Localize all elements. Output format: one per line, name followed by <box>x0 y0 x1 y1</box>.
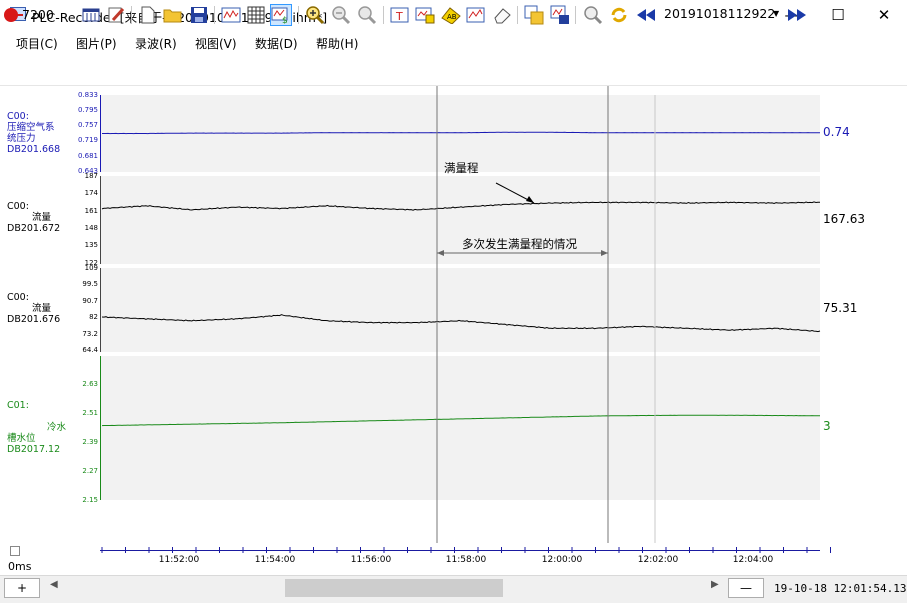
scroll-right-icon[interactable]: ▶ <box>711 579 719 590</box>
time-label: 11:56:00 <box>350 555 392 565</box>
add-button[interactable]: + <box>4 578 40 598</box>
value-pressure: 0.74 <box>823 125 850 139</box>
status-timestamp: 19-10-18 12:01:54.131 <box>774 582 907 595</box>
value-water-level: 3 <box>823 419 831 433</box>
annotation-full-range: 满量程 <box>444 161 479 175</box>
plot-area[interactable] <box>0 0 907 603</box>
value-flow-2: 75.31 <box>823 301 858 315</box>
series-flow-1 <box>101 201 820 211</box>
series-flow-2 <box>101 314 821 333</box>
time-label: 11:52:00 <box>158 555 200 565</box>
series-layer <box>101 131 821 427</box>
time-label: 12:04:00 <box>732 555 774 565</box>
scroll-left-icon[interactable]: ◀ <box>50 579 58 590</box>
ms-checkbox[interactable] <box>10 546 20 556</box>
remove-button[interactable]: — <box>728 578 764 598</box>
series-water-level <box>101 414 820 427</box>
series-pressure <box>102 131 820 135</box>
time-axis[interactable] <box>100 550 820 551</box>
time-label: 11:54:00 <box>254 555 296 565</box>
annotation-repeated: 多次发生满量程的情况 <box>462 237 577 251</box>
range-arrowhead-left <box>437 250 444 256</box>
time-label: 12:00:00 <box>541 555 583 565</box>
annotation-arrowhead <box>526 196 534 203</box>
ms-label: 0ms <box>8 560 32 573</box>
time-label: 12:02:00 <box>637 555 679 565</box>
time-label: 11:58:00 <box>445 555 487 565</box>
value-flow-1: 167.63 <box>823 212 865 226</box>
range-arrowhead-right <box>601 250 608 256</box>
scroll-thumb[interactable] <box>285 579 503 597</box>
